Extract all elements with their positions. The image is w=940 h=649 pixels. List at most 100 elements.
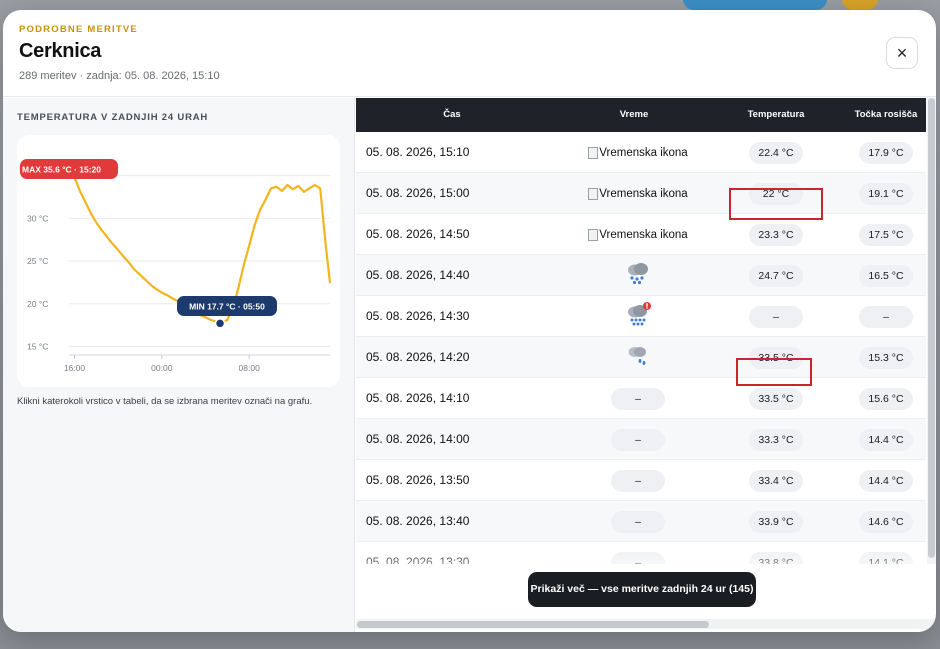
measurements-table-panel: Čas Vreme Temperatura Točka rosišča 05. … (356, 98, 936, 632)
weather-icon-broken: Vremenska ikona (588, 187, 688, 200)
dew-point-badge: 16.5 °C (859, 264, 913, 287)
temperature-badge: 22.4 °C (749, 141, 803, 164)
chart-panel: TEMPERATURA V ZADNJIH 24 URAH 15 °C 20 °C… (3, 98, 355, 632)
row-weather: – (548, 501, 728, 542)
row-time: 05. 08. 2026, 14:30 (366, 309, 470, 323)
weather-alt-text: Vremenska ikona (599, 187, 688, 200)
row-time: 05. 08. 2026, 14:00 (366, 432, 470, 446)
dew-point-badge: 14.4 °C (859, 428, 913, 451)
close-icon: × (896, 42, 908, 63)
row-time: 05. 08. 2026, 14:20 (366, 350, 470, 364)
row-dew-point: 19.1 °C (836, 173, 926, 214)
temperature-chart[interactable]: 15 °C20 °C25 °C30 °C35 °C16:0000:0008:00… (17, 135, 340, 387)
row-weather (548, 255, 728, 296)
table-row[interactable]: 05. 08. 2026, 14:10 – 33.5 °C 15.6 °C (356, 378, 926, 419)
weather-icon-broken: Vremenska ikona (588, 228, 688, 241)
row-dew-point: 14.4 °C (836, 419, 926, 460)
show-more-button[interactable]: Prikaži več — vse meritve zadnjih 24 ur … (528, 572, 756, 607)
y-tick-label: 15 °C (27, 341, 48, 351)
weather-alt-text: Vremenska ikona (599, 146, 688, 159)
row-dew-point: 16.5 °C (836, 255, 926, 296)
column-header-time[interactable]: Čas (356, 98, 548, 132)
horizontal-scrollbar[interactable] (356, 619, 936, 629)
row-time: 05. 08. 2026, 14:50 (366, 227, 470, 241)
table-row[interactable]: 05. 08. 2026, 13:50 – 33.4 °C 14.4 °C (356, 460, 926, 501)
column-header-temperature[interactable]: Temperatura (726, 98, 826, 132)
dew-point-badge: 17.5 °C (859, 223, 913, 246)
min-point-marker[interactable] (214, 318, 226, 329)
station-subtitle: 289 meritev · zadnja: 05. 08. 2026, 15:1… (19, 70, 220, 82)
row-time: 05. 08. 2026, 13:40 (366, 514, 470, 528)
row-weather: Vremenska ikona (548, 173, 728, 214)
weather-empty-badge: – (611, 428, 665, 451)
measurements-modal: PODROBNE MERITVE Cerknica 289 meritev · … (3, 10, 936, 632)
table-row[interactable]: 05. 08. 2026, 14:00 – 33.3 °C 14.4 °C (356, 419, 926, 460)
vertical-scrollbar[interactable] (927, 98, 936, 564)
table-row[interactable]: 05. 08. 2026, 14:20 33.5 °C 15.3 °C (356, 337, 926, 378)
row-temperature: 33.9 °C (726, 501, 826, 542)
row-dew-point: – (836, 296, 926, 337)
x-tick-label: 08:00 (239, 363, 261, 373)
column-header-dew-point[interactable]: Točka rosišča (836, 98, 936, 132)
temperature-badge: 33.3 °C (749, 428, 803, 451)
row-temperature: 22.4 °C (726, 132, 826, 173)
table-row[interactable]: 05. 08. 2026, 15:10 Vremenska ikona 22.4… (356, 132, 926, 173)
temperature-badge: 23.3 °C (749, 223, 803, 246)
table-row[interactable]: 05. 08. 2026, 15:00 Vremenska ikona 22 °… (356, 173, 926, 214)
weather-empty-badge: – (611, 510, 665, 533)
backdrop-button (683, 0, 827, 10)
table-row[interactable]: 05. 08. 2026, 14:30 – – (356, 296, 926, 337)
row-weather: – (548, 460, 728, 501)
dew-point-badge: 15.3 °C (859, 346, 913, 369)
heavy-rain-icon (625, 261, 651, 290)
row-time: 05. 08. 2026, 15:00 (366, 186, 470, 200)
vertical-scrollbar-thumb[interactable] (928, 98, 935, 558)
table-header: Čas Vreme Temperatura Točka rosišča (356, 98, 926, 132)
weather-empty-badge: – (611, 387, 665, 410)
row-temperature: 24.7 °C (726, 255, 826, 296)
row-dew-point: 14.6 °C (836, 501, 926, 542)
backdrop-badge (842, 0, 878, 10)
temperature-chart-card[interactable]: 15 °C20 °C25 °C30 °C35 °C16:0000:0008:00… (17, 135, 340, 387)
temperature-badge: 33.4 °C (749, 469, 803, 492)
row-weather: Vremenska ikona (548, 132, 728, 173)
row-time: 05. 08. 2026, 13:50 (366, 473, 470, 487)
dew-point-badge: – (859, 305, 913, 328)
row-dew-point: 15.3 °C (836, 337, 926, 378)
highlight-box (736, 358, 812, 386)
light-rain-icon (625, 343, 651, 372)
table-body: 05. 08. 2026, 15:10 Vremenska ikona 22.4… (356, 132, 926, 564)
dew-point-badge: 19.1 °C (859, 182, 913, 205)
close-button[interactable]: × (886, 37, 918, 69)
chart-hint: Klikni katerokoli vrstico v tabeli, da s… (17, 396, 313, 407)
x-tick-label: 16:00 (64, 363, 86, 373)
weather-empty-badge: – (611, 469, 665, 492)
table-row[interactable]: 05. 08. 2026, 14:50 Vremenska ikona 23.3… (356, 214, 926, 255)
chart-heading: TEMPERATURA V ZADNJIH 24 URAH (17, 112, 209, 123)
dew-point-badge: 17.9 °C (859, 141, 913, 164)
row-weather: – (548, 419, 728, 460)
horizontal-scrollbar-thumb[interactable] (357, 621, 709, 628)
row-dew-point: 15.6 °C (836, 378, 926, 419)
storm-warning-icon (624, 301, 652, 332)
table-row[interactable]: 05. 08. 2026, 13:40 – 33.9 °C 14.6 °C (356, 501, 926, 542)
row-weather (548, 296, 728, 337)
y-tick-label: 20 °C (27, 299, 48, 309)
temperature-badge: 33.9 °C (749, 510, 803, 533)
highlight-box (729, 188, 823, 220)
column-header-weather[interactable]: Vreme (548, 98, 720, 132)
temperature-badge: – (749, 305, 803, 328)
row-temperature: 33.3 °C (726, 419, 826, 460)
max-label: MAX 35.6 °C · 15:20 (22, 165, 101, 175)
dew-point-badge: 14.6 °C (859, 510, 913, 533)
temperature-badge: 33.5 °C (749, 387, 803, 410)
table-row[interactable]: 05. 08. 2026, 14:40 24.7 °C 16.5 °C (356, 255, 926, 296)
row-temperature: 33.4 °C (726, 460, 826, 501)
row-weather (548, 337, 728, 378)
weather-alt-text: Vremenska ikona (599, 228, 688, 241)
y-tick-label: 25 °C (27, 256, 48, 266)
row-temperature: 23.3 °C (726, 214, 826, 255)
row-temperature: – (726, 296, 826, 337)
y-tick-label: 30 °C (27, 213, 48, 223)
dew-point-badge: 15.6 °C (859, 387, 913, 410)
